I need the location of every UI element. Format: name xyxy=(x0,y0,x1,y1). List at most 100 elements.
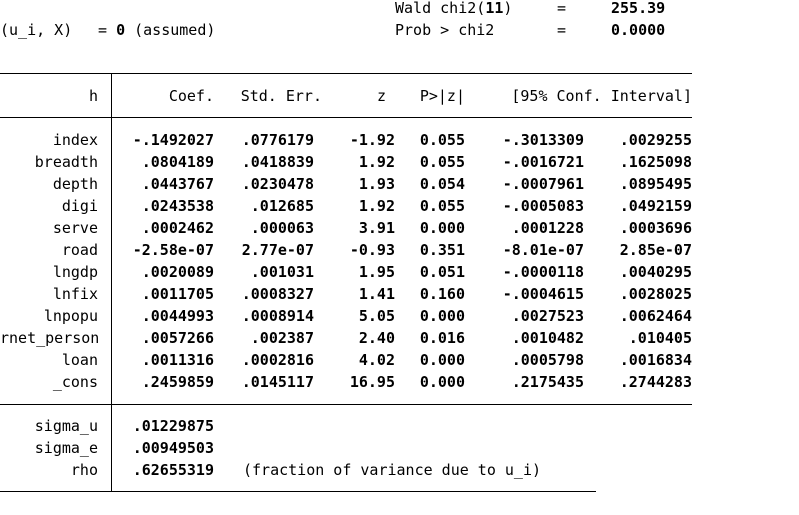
sigma-label: sigma_u xyxy=(34,417,98,435)
row-ci-lower: .0005798 xyxy=(511,351,584,369)
row-z: 1.95 xyxy=(358,263,395,281)
row-z: 1.92 xyxy=(358,153,395,171)
col-header-var: h xyxy=(88,87,98,105)
row-p-value: 0.055 xyxy=(419,153,465,171)
corr-value: = 0 (assumed) xyxy=(98,21,216,39)
sigma-note: (fraction of variance due to u_i) xyxy=(243,461,542,479)
row-z: 2.40 xyxy=(358,329,395,347)
row-coef: .0011316 xyxy=(141,351,214,369)
row-ci-upper: .0003696 xyxy=(619,219,692,237)
row-ci-lower: .0001228 xyxy=(511,219,584,237)
row-coef: .0243538 xyxy=(141,197,214,215)
row-std-err: 2.77e-07 xyxy=(241,241,314,259)
row-ci-upper: 2.85e-07 xyxy=(619,241,692,259)
row-std-err: .0776179 xyxy=(241,131,314,149)
row-p-value: 0.351 xyxy=(419,241,465,259)
bottom-rule xyxy=(0,491,596,492)
row-ci-lower: -.0007961 xyxy=(502,175,584,193)
row-variable: depth xyxy=(52,175,98,193)
row-std-err: .002387 xyxy=(250,329,314,347)
row-variable: serve xyxy=(52,219,98,237)
sigma-label: sigma_e xyxy=(34,439,98,457)
col-header-p: P>|z| xyxy=(419,87,465,105)
row-p-value: 0.051 xyxy=(419,263,465,281)
row-coef: .0443767 xyxy=(141,175,214,193)
prob-eq: = xyxy=(557,21,567,39)
row-ci-lower: -8.01e-07 xyxy=(502,241,584,259)
row-ci-lower: -.0005083 xyxy=(502,197,584,215)
row-coef: .0804189 xyxy=(141,153,214,171)
row-ci-lower: .0010482 xyxy=(511,329,584,347)
row-coef: .0057266 xyxy=(141,329,214,347)
row-z: 3.91 xyxy=(358,219,395,237)
row-ci-lower: -.0016721 xyxy=(502,153,584,171)
row-p-value: 0.016 xyxy=(419,329,465,347)
body-rule xyxy=(0,404,692,405)
row-coef: .0011705 xyxy=(141,285,214,303)
row-variable: breadth xyxy=(34,153,98,171)
row-ci-lower: .0027523 xyxy=(511,307,584,325)
prob-label: Prob > chi2 xyxy=(395,21,495,39)
row-p-value: 0.055 xyxy=(419,197,465,215)
row-ci-lower: -.0000118 xyxy=(502,263,584,281)
row-z: 16.95 xyxy=(349,373,395,391)
row-p-value: 0.000 xyxy=(419,307,465,325)
row-variable: lngdp xyxy=(52,263,98,281)
row-z: 1.41 xyxy=(358,285,395,303)
table-top-rule xyxy=(0,73,692,74)
row-z: 5.05 xyxy=(358,307,395,325)
row-z: -1.92 xyxy=(349,131,395,149)
row-coef: -2.58e-07 xyxy=(132,241,214,259)
row-ci-upper: .0062464 xyxy=(619,307,692,325)
row-z: 1.93 xyxy=(358,175,395,193)
row-ci-lower: -.0004615 xyxy=(502,285,584,303)
row-p-value: 0.055 xyxy=(419,131,465,149)
row-z: -0.93 xyxy=(349,241,395,259)
prob-value: 0.0000 xyxy=(611,21,666,39)
row-coef: .0002462 xyxy=(141,219,214,237)
row-variable: digi xyxy=(61,197,98,215)
row-variable: rnet_person xyxy=(0,329,98,347)
row-coef: .0020089 xyxy=(141,263,214,281)
corr-label: (u_i, X) xyxy=(0,21,73,39)
row-p-value: 0.000 xyxy=(419,351,465,369)
row-z: 1.92 xyxy=(358,197,395,215)
sigma-value: .00949503 xyxy=(132,439,214,457)
row-std-err: .001031 xyxy=(250,263,314,281)
row-p-value: 0.000 xyxy=(419,219,465,237)
row-variable: loan xyxy=(61,351,98,369)
header-rule xyxy=(0,117,692,118)
row-std-err: .000063 xyxy=(250,219,314,237)
row-variable: lnfix xyxy=(52,285,98,303)
row-coef: .2459859 xyxy=(141,373,214,391)
row-std-err: .0008914 xyxy=(241,307,314,325)
row-std-err: .012685 xyxy=(250,197,314,215)
row-std-err: .0145117 xyxy=(241,373,314,391)
sigma-value: .62655319 xyxy=(132,461,214,479)
col-header-ci: [95% Conf. Interval] xyxy=(511,87,692,105)
row-ci-upper: .0040295 xyxy=(619,263,692,281)
col-header-se: Std. Err. xyxy=(240,87,322,105)
col-header-z: z xyxy=(376,87,386,105)
row-ci-upper: .0028025 xyxy=(619,285,692,303)
row-p-value: 0.000 xyxy=(419,373,465,391)
row-ci-lower: -.3013309 xyxy=(502,131,584,149)
wald-value: 255.39 xyxy=(611,0,666,17)
row-std-err: .0002816 xyxy=(241,351,314,369)
row-variable: lnpopu xyxy=(43,307,98,325)
wald-label: Wald chi2(11) xyxy=(395,0,513,17)
sigma-label: rho xyxy=(70,461,98,479)
row-variable: index xyxy=(52,131,98,149)
row-ci-upper: .010405 xyxy=(628,329,692,347)
row-ci-upper: .0016834 xyxy=(619,351,692,369)
row-ci-upper: .0895495 xyxy=(619,175,692,193)
row-p-value: 0.054 xyxy=(419,175,465,193)
row-ci-upper: .0492159 xyxy=(619,197,692,215)
row-p-value: 0.160 xyxy=(419,285,465,303)
wald-eq: = xyxy=(557,0,567,17)
row-std-err: .0230478 xyxy=(241,175,314,193)
row-variable: road xyxy=(61,241,98,259)
row-z: 4.02 xyxy=(358,351,395,369)
col-header-coef: Coef. xyxy=(168,87,214,105)
row-std-err: .0008327 xyxy=(241,285,314,303)
